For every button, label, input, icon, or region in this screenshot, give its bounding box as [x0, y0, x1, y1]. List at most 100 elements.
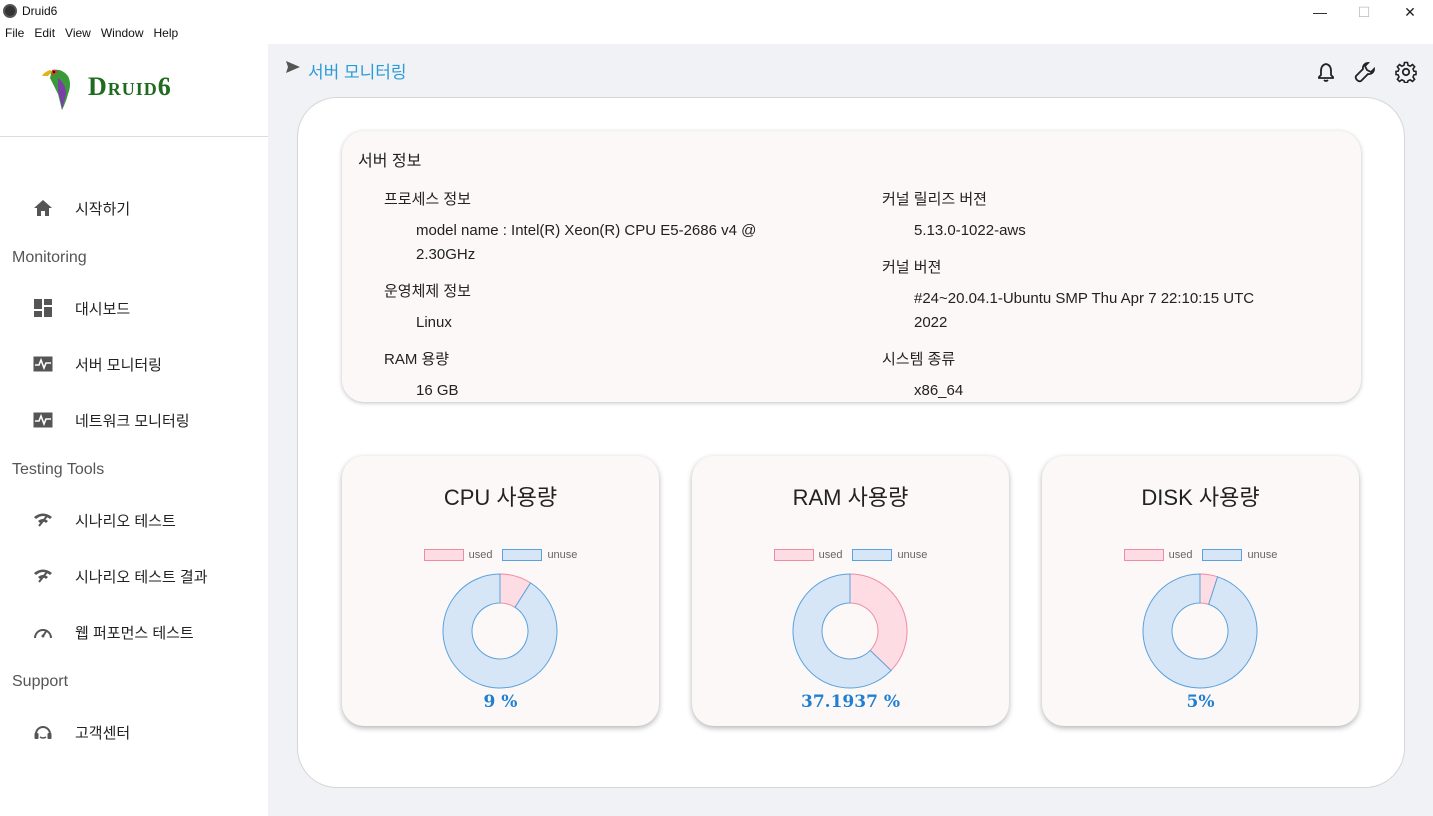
sidebar-item-label: 웹 퍼포먼스 테스트 [75, 624, 194, 642]
legend-used[interactable]: used [773, 549, 843, 561]
legend-label-unuse: unuse [1247, 549, 1278, 561]
sidebar-item-label: 고객센터 [75, 724, 131, 742]
ram-capacity-label: RAM 용량 [384, 351, 450, 368]
legend-label-used: used [1168, 549, 1193, 561]
section-monitoring: Monitoring [12, 249, 87, 266]
chart-legend: used unuse [342, 549, 659, 561]
page-title: 서버 모니터링 [308, 63, 407, 82]
process-info-value-2: 2.30GHz [416, 246, 476, 263]
donut-slice-used[interactable] [849, 573, 908, 672]
legend-used[interactable]: used [1123, 549, 1193, 561]
menu-view[interactable]: View [60, 24, 96, 44]
legend-unuse[interactable]: unuse [852, 549, 927, 561]
sidebar-item-scenario-test[interactable]: 시나리오 테스트 [0, 500, 268, 540]
os-info-value: Linux [416, 314, 452, 331]
legend-label-used: used [468, 549, 493, 561]
ram-donut-chart [792, 573, 908, 689]
monitor-pulse-icon [32, 409, 54, 431]
legend-used[interactable]: used [423, 549, 493, 561]
legend-unuse[interactable]: unuse [1202, 549, 1277, 561]
main-area: 서버 모니터링 서버 정보 프로세스 정보 model name : Intel… [268, 44, 1433, 816]
menu-window[interactable]: Window [96, 24, 149, 44]
kernel-release-label: 커널 릴리즈 버젼 [882, 191, 987, 208]
wrench-icon[interactable] [1353, 60, 1377, 84]
disk-usage-card: DISK 사용량 used unuse 5% [1042, 456, 1359, 726]
dashboard-icon [32, 297, 54, 319]
ram-usage-title: RAM 사용량 [792, 485, 909, 510]
sidebar-item-dashboard[interactable]: 대시보드 [0, 288, 268, 328]
kernel-version-label: 커널 버젼 [882, 259, 942, 276]
parrot-logo-icon [42, 69, 70, 110]
legend-label-unuse: unuse [897, 549, 928, 561]
sidebar-item-scenario-result[interactable]: 시나리오 테스트 결과 [0, 556, 268, 596]
kernel-version-value: #24~20.04.1-Ubuntu SMP Thu Apr 7 22:10:1… [914, 290, 1255, 307]
disk-donut-chart [1142, 573, 1258, 689]
process-info-label: 프로세스 정보 [384, 191, 471, 208]
section-testing-tools: Testing Tools [12, 461, 105, 478]
disk-usage-title: DISK 사용량 [1141, 485, 1260, 510]
process-info-value: model name : Intel(R) Xeon(R) CPU E5-268… [416, 222, 757, 239]
os-info-label: 운영체제 정보 [384, 283, 471, 300]
menu-edit[interactable]: Edit [29, 24, 60, 44]
close-button[interactable]: ✕ [1387, 0, 1433, 24]
system-type-label: 시스템 종류 [882, 351, 956, 368]
menu-file[interactable]: File [0, 24, 29, 44]
chart-legend: used unuse [692, 549, 1009, 561]
app-icon [3, 4, 17, 18]
sidebar-item-customer-center[interactable]: 고객센터 [0, 712, 268, 752]
legend-swatch-unuse [852, 549, 893, 561]
menu-bar: File Edit View Window Help [0, 24, 183, 44]
kernel-version-value-2: 2022 [914, 314, 948, 331]
signal-icon [32, 565, 54, 587]
donut-slice-unuse[interactable] [1142, 573, 1258, 689]
legend-unuse[interactable]: unuse [502, 549, 577, 561]
cpu-donut-chart [442, 573, 558, 689]
legend-swatch-unuse [502, 549, 543, 561]
legend-label-unuse: unuse [547, 549, 578, 561]
legend-swatch-used [773, 549, 814, 561]
sidebar-item-label: 시나리오 테스트 결과 [75, 568, 208, 586]
sidebar-item-label: 네트워크 모니터링 [75, 412, 190, 430]
ram-usage-value: 37.1937 % [801, 692, 900, 712]
sidebar-item-label: 시작하기 [75, 200, 131, 218]
server-info-card: 서버 정보 프로세스 정보 model name : Intel(R) Xeon… [342, 131, 1361, 402]
legend-label-used: used [818, 549, 843, 561]
bell-icon[interactable] [1314, 60, 1338, 84]
maximize-button[interactable]: ☐ [1341, 0, 1387, 24]
sidebar: Druid6 시작하기 Monitoring 대시보드 서버 모니터링 네트워크… [0, 44, 268, 816]
ram-capacity-value: 16 GB [416, 382, 459, 399]
kernel-release-value: 5.13.0-1022-aws [914, 222, 1026, 239]
cpu-usage-value: 9 % [483, 692, 518, 712]
legend-swatch-used [423, 549, 464, 561]
sidebar-item-web-performance[interactable]: 웹 퍼포먼스 테스트 [0, 612, 268, 652]
disk-usage-value: 5% [1186, 692, 1215, 712]
sidebar-item-network-monitoring[interactable]: 네트워크 모니터링 [0, 400, 268, 440]
menu-help[interactable]: Help [149, 24, 184, 44]
logo-area: Druid6 [0, 44, 268, 137]
signal-icon [32, 509, 54, 531]
gear-icon[interactable] [1394, 60, 1418, 84]
cpu-usage-title: CPU 사용량 [443, 485, 558, 510]
ram-usage-card: RAM 사용량 used unuse 37.1937 % [692, 456, 1009, 726]
chart-legend: used unuse [1042, 549, 1359, 561]
sidebar-item-server-monitoring[interactable]: 서버 모니터링 [0, 344, 268, 384]
speedometer-icon [32, 621, 54, 643]
donut-slice-unuse[interactable] [442, 573, 558, 689]
section-support: Support [12, 673, 69, 690]
legend-swatch-unuse [1202, 549, 1243, 561]
system-type-value: x86_64 [914, 382, 964, 399]
legend-swatch-used [1123, 549, 1164, 561]
sidebar-item-start[interactable]: 시작하기 [0, 188, 268, 228]
logo-text: Druid6 [88, 72, 172, 101]
sidebar-item-label: 서버 모니터링 [75, 356, 162, 374]
home-icon [32, 197, 54, 219]
server-info-title: 서버 정보 [358, 153, 422, 170]
headset-icon [32, 721, 54, 743]
sidebar-item-label: 시나리오 테스트 [75, 512, 176, 530]
minimize-button[interactable]: — [1297, 0, 1343, 24]
sidebar-item-label: 대시보드 [75, 300, 131, 318]
monitor-pulse-icon [32, 353, 54, 375]
cpu-usage-card: CPU 사용량 used unuse 9 % [342, 456, 659, 726]
send-arrow-icon [286, 61, 300, 73]
content-panel: 서버 정보 프로세스 정보 model name : Intel(R) Xeon… [297, 97, 1405, 788]
